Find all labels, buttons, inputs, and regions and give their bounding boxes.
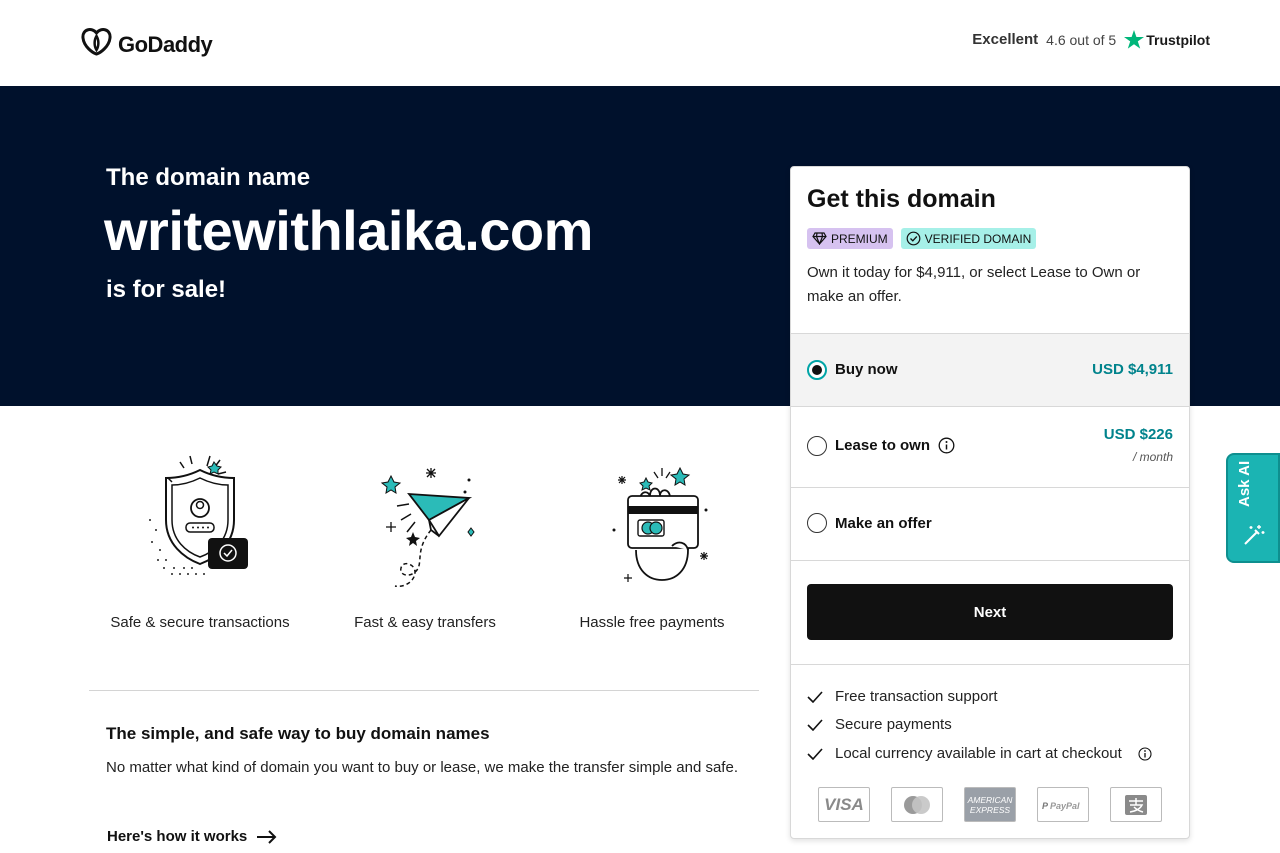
offer-radio[interactable] (807, 513, 827, 533)
benefit-item: Local currency available in cart at chec… (807, 745, 1152, 762)
feature-payments: Hassle free payments (542, 440, 762, 631)
buy-now-price: USD $4,911 (1092, 361, 1173, 378)
option-buy-now[interactable]: Buy now USD $4,911 (791, 333, 1189, 406)
mastercard-icon (891, 787, 943, 822)
trust-rating-text: 4.6 out of 5 (1046, 31, 1117, 48)
buy-now-label: Buy now (835, 361, 898, 378)
magic-wand-icon (1244, 525, 1265, 545)
benefit-item: Free transaction support (807, 688, 998, 705)
hero-subtitle: is for sale! (106, 276, 227, 303)
diamond-icon (812, 232, 827, 245)
alipay-icon (1110, 787, 1162, 822)
arrow-right-icon (257, 829, 277, 844)
amex-icon: AMERICAN EXPRESS (964, 787, 1016, 822)
svg-text:P: P (1042, 801, 1049, 811)
paypal-icon: P PayPal (1037, 787, 1089, 822)
verified-badge: VERIFIED DOMAIN (900, 228, 1037, 249)
brand-name: GoDaddy (118, 31, 213, 57)
verified-badge-label: VERIFIED DOMAIN (924, 231, 1032, 246)
info-title: The simple, and safe way to buy domain n… (106, 724, 490, 743)
lease-label: Lease to own (835, 437, 931, 454)
benefit-text: Free transaction support (835, 688, 998, 705)
options-bottom-border (791, 560, 1189, 561)
hero-pretitle: The domain name (106, 164, 311, 191)
trustpilot-logo: Trustpilot (1124, 30, 1210, 49)
section-divider (89, 690, 759, 691)
info-text: No matter what kind of domain you want t… (106, 759, 738, 776)
benefit-item: Secure payments (807, 716, 952, 733)
godaddy-logo[interactable]: GoDaddy (81, 28, 213, 61)
info-icon[interactable] (938, 437, 955, 454)
shield-icon (149, 455, 248, 575)
feature-fast: Fast & easy transfers (315, 440, 535, 631)
verified-check-icon (906, 231, 921, 246)
card-separator (791, 664, 1189, 665)
offer-label: Make an offer (835, 515, 932, 532)
paper-plane-icon (380, 468, 475, 588)
info-icon[interactable] (1138, 746, 1152, 761)
benefit-text: Secure payments (835, 716, 952, 733)
how-it-works-label: Here's how it works (107, 828, 248, 845)
premium-badge-label: PREMIUM (831, 231, 888, 246)
ask-ai-button[interactable]: Ask AI (1226, 453, 1280, 563)
lease-label-group: Lease to own (835, 437, 955, 454)
site-header: GoDaddy Excellent 4.6 out of 5 Trustpilo… (0, 0, 1280, 86)
trust-excellent-label: Excellent (972, 31, 1039, 48)
check-icon (807, 690, 823, 703)
premium-badge: PREMIUM (807, 228, 893, 249)
benefit-text: Local currency available in cart at chec… (835, 745, 1122, 762)
trustpilot-star-icon (1124, 30, 1145, 49)
option-lease-to-own[interactable]: Lease to own USD $226 / month (791, 406, 1189, 487)
trustpilot-rating[interactable]: Excellent 4.6 out of 5 Trustpilot (972, 30, 1210, 49)
card-in-hand-icon (612, 466, 708, 582)
how-it-works-link[interactable]: Here's how it works (107, 828, 277, 845)
godaddy-logo-icon (81, 28, 112, 61)
visa-icon: VISA (818, 787, 870, 822)
feature-label: Safe & secure transactions (110, 614, 290, 631)
option-make-offer[interactable]: Make an offer (791, 487, 1189, 560)
next-button[interactable]: Next (807, 584, 1173, 640)
check-icon (807, 747, 823, 760)
ask-ai-label: Ask AI (1236, 460, 1253, 507)
card-title: Get this domain (807, 185, 996, 213)
card-description: Own it today for $4,911, or select Lease… (807, 264, 1141, 305)
feature-list: Safe & secure transactions Fast & easy t… (90, 440, 760, 640)
hero-domain-name: writewithlaika.com (104, 199, 593, 262)
buy-now-radio[interactable] (807, 360, 827, 380)
lease-price: USD $226 (1103, 426, 1173, 443)
lease-radio[interactable] (807, 436, 827, 456)
payment-methods: VISA AMERICAN EXPRESS P PayPal (818, 787, 1162, 822)
svg-text:AMERICAN: AMERICAN (967, 795, 1014, 805)
purchase-card: Get this domain PREMIUM VERIFIED DOMAIN … (790, 166, 1190, 839)
svg-text:EXPRESS: EXPRESS (970, 805, 1010, 815)
badge-row: PREMIUM VERIFIED DOMAIN (807, 228, 1037, 249)
trustpilot-brand-text: Trustpilot (1146, 31, 1210, 48)
svg-text:PayPal: PayPal (1050, 801, 1080, 811)
lease-price-period: / month (1132, 450, 1173, 464)
feature-label: Fast & easy transfers (354, 614, 496, 631)
feature-safe: Safe & secure transactions (90, 440, 310, 631)
check-icon (807, 718, 823, 731)
feature-label: Hassle free payments (579, 614, 725, 631)
